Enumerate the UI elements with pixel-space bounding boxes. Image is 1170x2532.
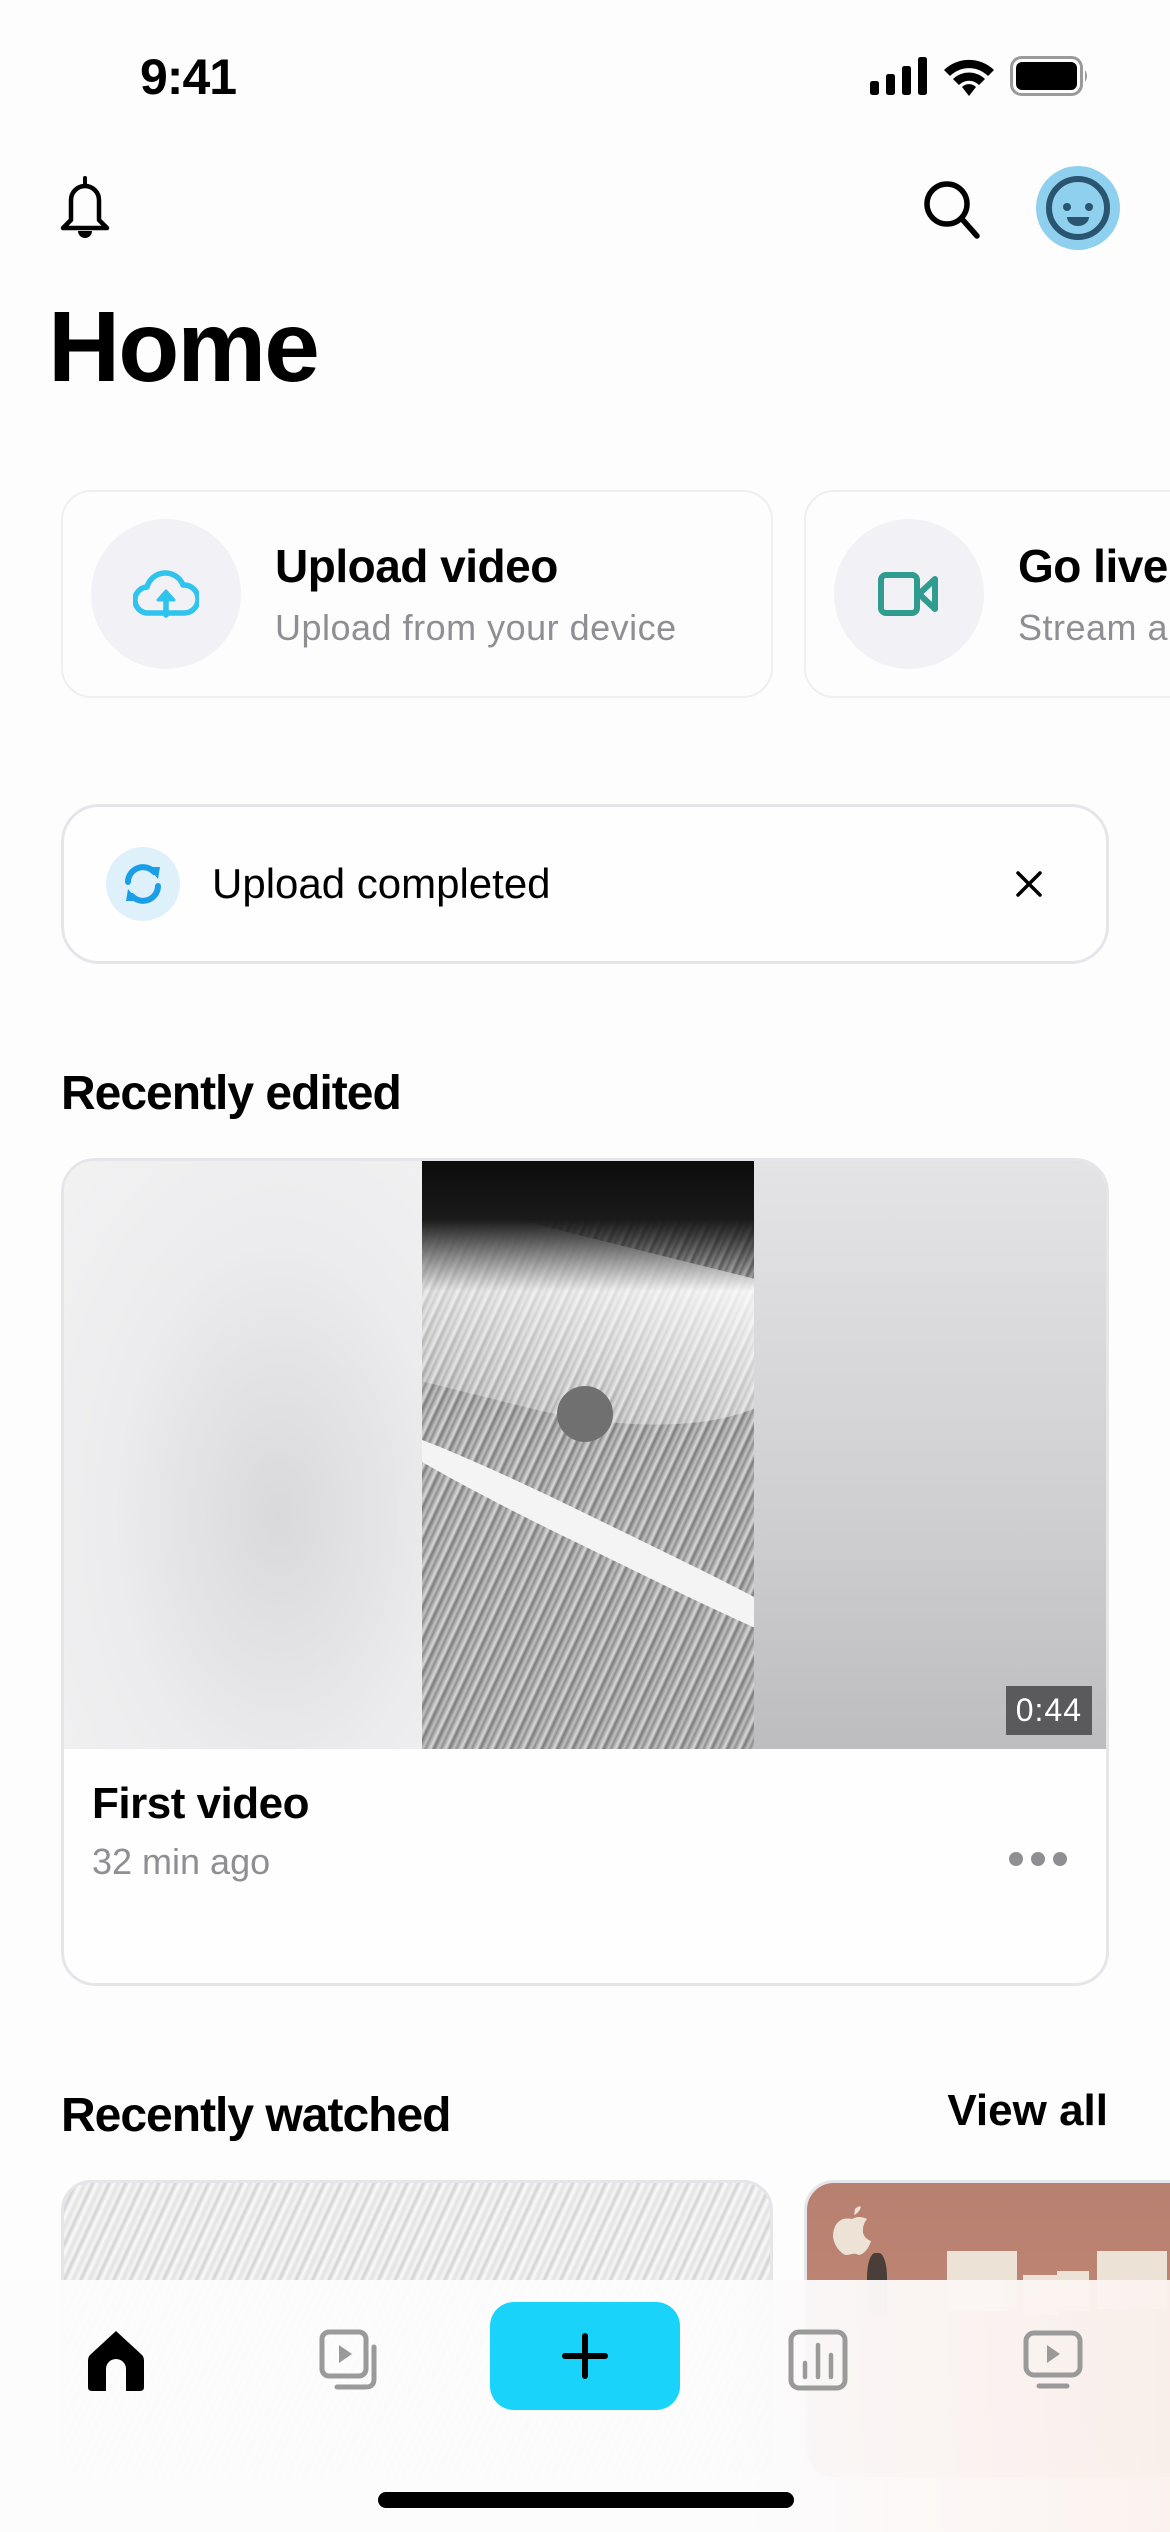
- video-more-button[interactable]: [998, 1837, 1078, 1881]
- upload-video-title: Upload video: [275, 540, 558, 592]
- bar-chart-icon: [788, 2329, 848, 2391]
- video-library-icon: [319, 2329, 377, 2390]
- monitor-play-icon: [1023, 2330, 1083, 2389]
- sync-icon-container: [106, 847, 180, 921]
- search-button[interactable]: [915, 172, 989, 246]
- tab-library[interactable]: [300, 2310, 400, 2410]
- sync-icon: [125, 864, 161, 904]
- upload-completed-banner: Upload completed: [61, 804, 1109, 964]
- thumbnail-image: [422, 1161, 754, 1749]
- tab-create-button[interactable]: [490, 2302, 680, 2410]
- recently-edited-video-card[interactable]: 0:44 First video 32 min ago: [61, 1158, 1109, 1986]
- video-title: First video: [92, 1779, 310, 1828]
- cellular-signal-icon: [870, 57, 927, 95]
- cloud-upload-icon: [133, 570, 199, 618]
- upload-icon-container: [91, 519, 241, 669]
- recently-edited-heading: Recently edited: [61, 1067, 402, 1120]
- video-duration-badge: 0:44: [1005, 1686, 1092, 1735]
- view-all-link[interactable]: View all: [947, 2086, 1108, 2136]
- banner-message: Upload completed: [212, 860, 551, 907]
- tab-channel[interactable]: [1003, 2310, 1103, 2410]
- plus-icon: [562, 2333, 608, 2379]
- banner-close-button[interactable]: [994, 849, 1064, 919]
- go-live-subtitle: Stream a: [1018, 607, 1169, 648]
- video-thumbnail[interactable]: 0:44: [64, 1161, 1106, 1749]
- thumbnail-blur-right: [754, 1161, 1106, 1749]
- notifications-button[interactable]: [50, 172, 120, 244]
- search-icon: [924, 181, 980, 239]
- thumbnail-blur-left: [64, 1161, 422, 1749]
- bell-icon: [60, 176, 110, 238]
- more-horizontal-icon-dot: [1031, 1852, 1045, 1866]
- go-live-title: Go live: [1018, 540, 1168, 592]
- smiley-face-icon: [1046, 176, 1110, 240]
- video-edited-time: 32 min ago: [92, 1841, 271, 1882]
- more-horizontal-icon-dot: [1053, 1852, 1067, 1866]
- apple-logo-icon: [833, 2206, 871, 2255]
- close-icon: [1016, 871, 1042, 897]
- home-icon: [88, 2331, 144, 2391]
- home-indicator: [378, 2492, 794, 2508]
- go-live-card[interactable]: Go live Stream a: [804, 490, 1170, 698]
- go-live-icon-container: [834, 519, 984, 669]
- upload-video-subtitle: Upload from your device: [275, 607, 677, 648]
- upload-video-card[interactable]: Upload video Upload from your device: [61, 490, 773, 698]
- tab-home[interactable]: [66, 2310, 166, 2410]
- status-icons: [870, 56, 1090, 96]
- more-horizontal-icon: [1009, 1852, 1023, 1866]
- profile-avatar-button[interactable]: [1036, 166, 1120, 250]
- video-camera-icon: [878, 572, 938, 616]
- wifi-icon: [944, 59, 994, 96]
- status-time: 9:41: [140, 49, 237, 105]
- tab-analytics[interactable]: [768, 2310, 868, 2410]
- battery-icon: [1010, 56, 1087, 96]
- page-title: Home: [48, 291, 320, 403]
- recently-watched-heading: Recently watched: [61, 2089, 451, 2142]
